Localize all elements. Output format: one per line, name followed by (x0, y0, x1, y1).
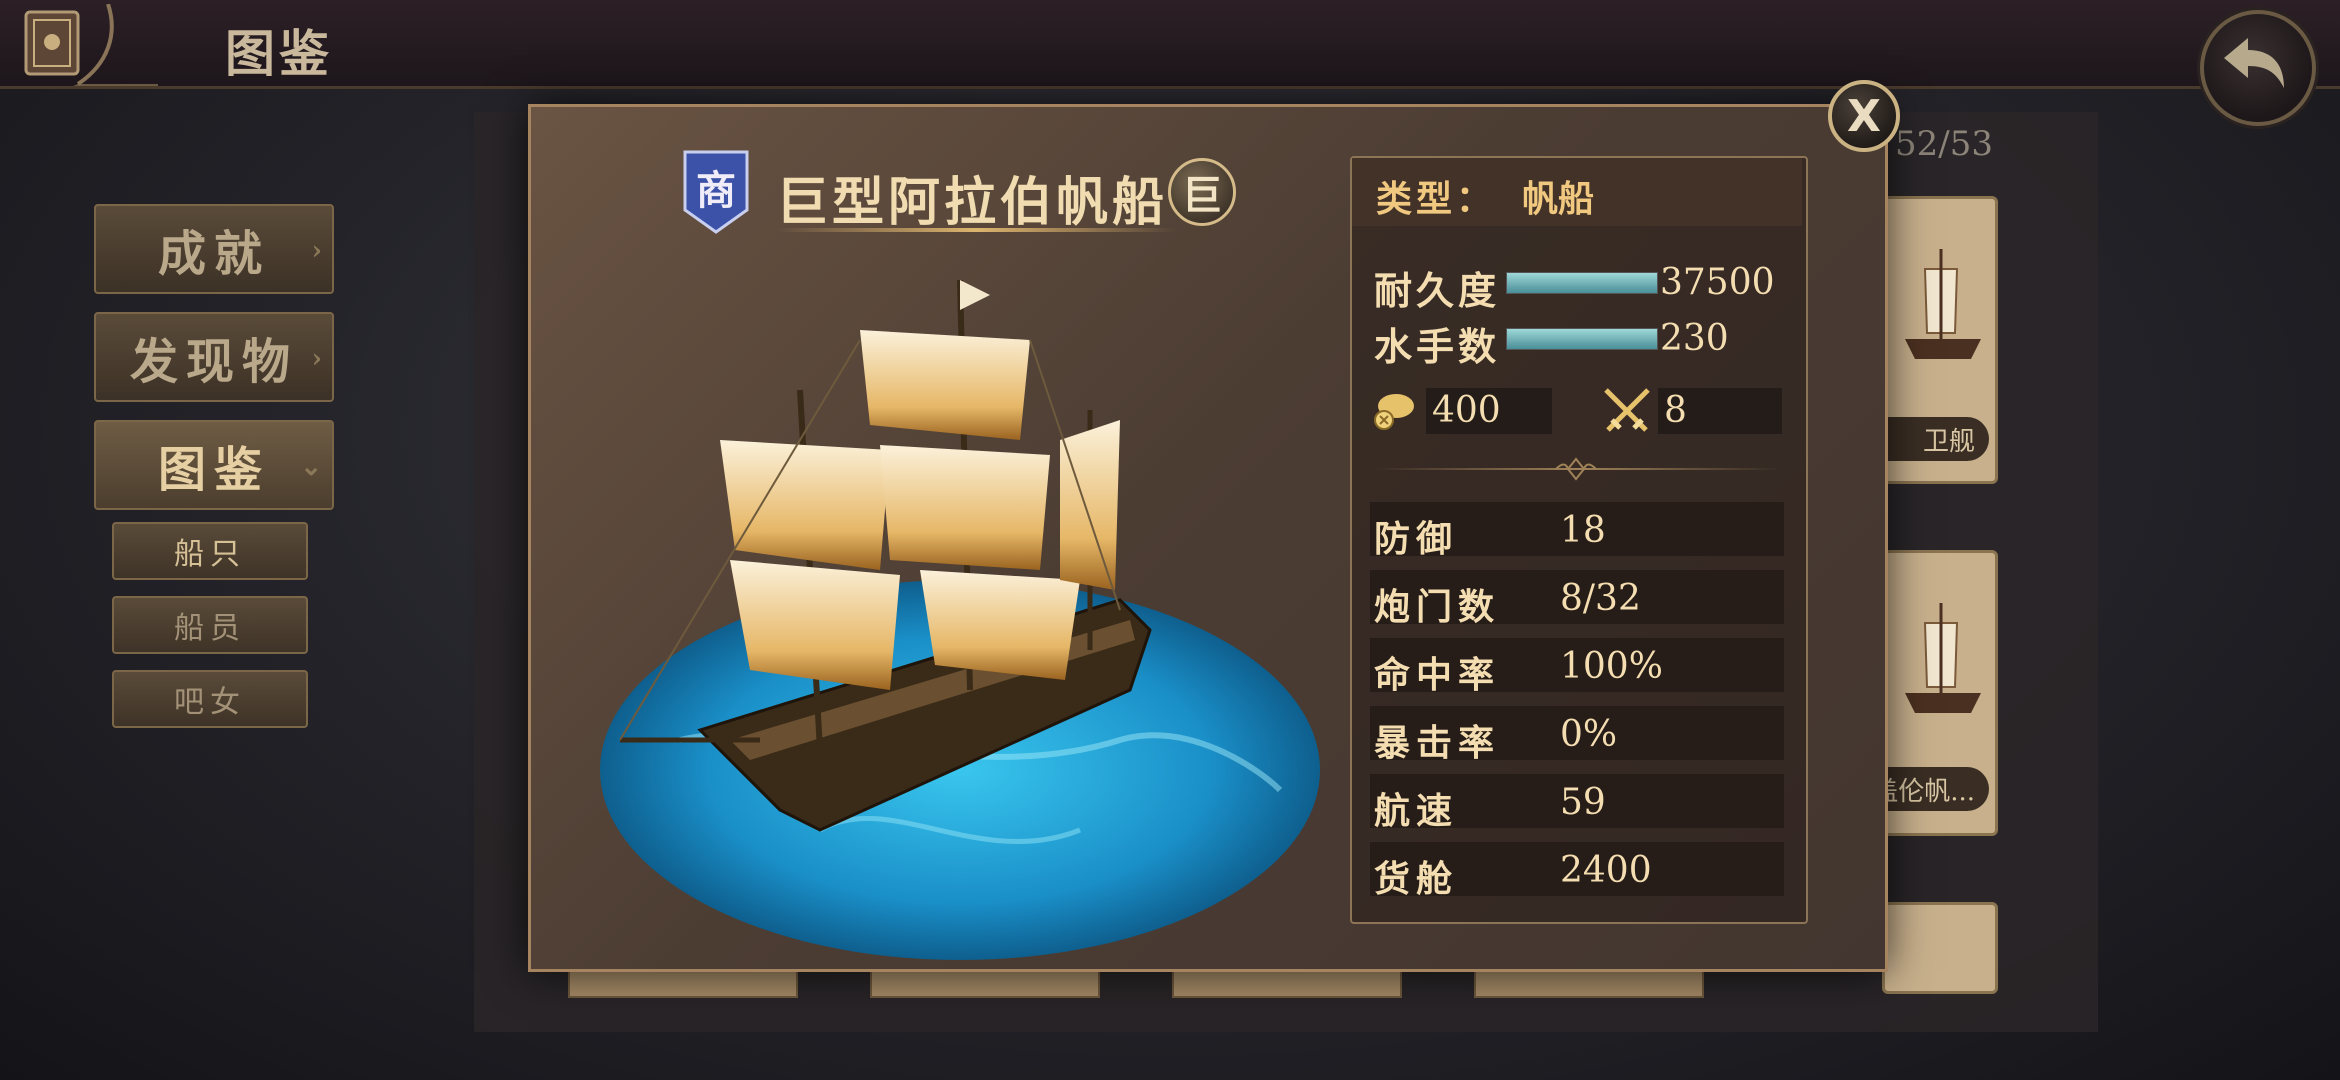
sailors-label: 水手数 (1374, 324, 1501, 369)
close-icon: X (1847, 90, 1881, 142)
back-button[interactable] (2200, 10, 2316, 126)
stat-label: 炮门数 (1374, 586, 1501, 628)
cannon-icon (1374, 394, 1414, 430)
stat-label: 航速 (1374, 790, 1459, 832)
menu-achievements[interactable]: 成就 › (94, 204, 334, 294)
back-arrow-icon (2224, 38, 2284, 88)
submenu-label: 吧女 (174, 685, 246, 720)
stat-value: 100% (1560, 646, 1663, 687)
ship-thumbnail-icon (1905, 249, 1981, 359)
durability-bar-fill (1507, 273, 1657, 293)
sailors-bar (1506, 328, 1658, 350)
stat-value: 59 (1560, 782, 1606, 823)
submenu-label: 船员 (174, 611, 246, 646)
menu-discoveries[interactable]: 发现物 › (94, 312, 334, 402)
crossed-swords-icon (1604, 388, 1650, 432)
submenu-label: 船只 (174, 537, 246, 572)
cannon-value: 400 (1426, 388, 1552, 434)
type-label: 类型： (1376, 178, 1497, 220)
stat-value: 0% (1560, 714, 1618, 755)
durability-value: 37500 (1660, 262, 1775, 303)
durability-bar (1506, 272, 1658, 294)
stat-label: 暴击率 (1374, 722, 1501, 764)
sailors-bar-fill (1507, 329, 1657, 349)
submenu-crew[interactable]: 船员 (112, 596, 308, 654)
title-underline (776, 228, 1176, 232)
ship-name: 巨型阿拉伯帆船 (776, 172, 1169, 233)
chevron-down-icon: ⌄ (300, 452, 322, 482)
chevron-right-icon: › (311, 236, 322, 266)
stat-label: 命中率 (1374, 654, 1501, 696)
stat-label: 防御 (1374, 518, 1459, 560)
ship-card[interactable]: 盖伦帆... (1835, 550, 1998, 836)
top-bar: 图鉴 (0, 0, 2340, 126)
collection-counter: 52/53 (1895, 124, 1993, 164)
stat-value: 18 (1560, 510, 1606, 551)
durability-label: 耐久度 (1374, 268, 1501, 313)
close-button[interactable]: X (1828, 80, 1900, 152)
ornament-icon (1555, 457, 1597, 481)
type-value: 帆船 (1522, 178, 1595, 220)
stat-value: 8/32 (1560, 578, 1641, 619)
page-title: 图鉴 (225, 24, 333, 83)
stat-label: 货舱 (1374, 858, 1459, 900)
menu-codex[interactable]: 图鉴 ⌄ (94, 420, 334, 510)
book-icon[interactable] (8, 4, 158, 86)
menu-label: 图鉴 (157, 442, 270, 498)
ship-card[interactable] (1882, 902, 1998, 994)
submenu-barmaids[interactable]: 吧女 (112, 670, 308, 728)
melee-value: 8 (1658, 388, 1782, 434)
size-class-badge: 巨 (1168, 158, 1236, 226)
stat-value: 2400 (1560, 850, 1652, 891)
submenu-ships[interactable]: 船只 (112, 522, 308, 580)
sailors-value: 230 (1660, 318, 1729, 359)
badge-label: 商 (696, 167, 736, 214)
ship-thumbnail-icon (1905, 603, 1981, 713)
ship-card[interactable]: 卫舰 (1835, 196, 1998, 484)
ship-illustration (600, 279, 1320, 960)
chevron-right-icon: › (311, 344, 322, 374)
merchant-class-badge: 商 (683, 150, 749, 234)
menu-label: 成就 (157, 226, 270, 282)
menu-label: 发现物 (129, 334, 298, 390)
